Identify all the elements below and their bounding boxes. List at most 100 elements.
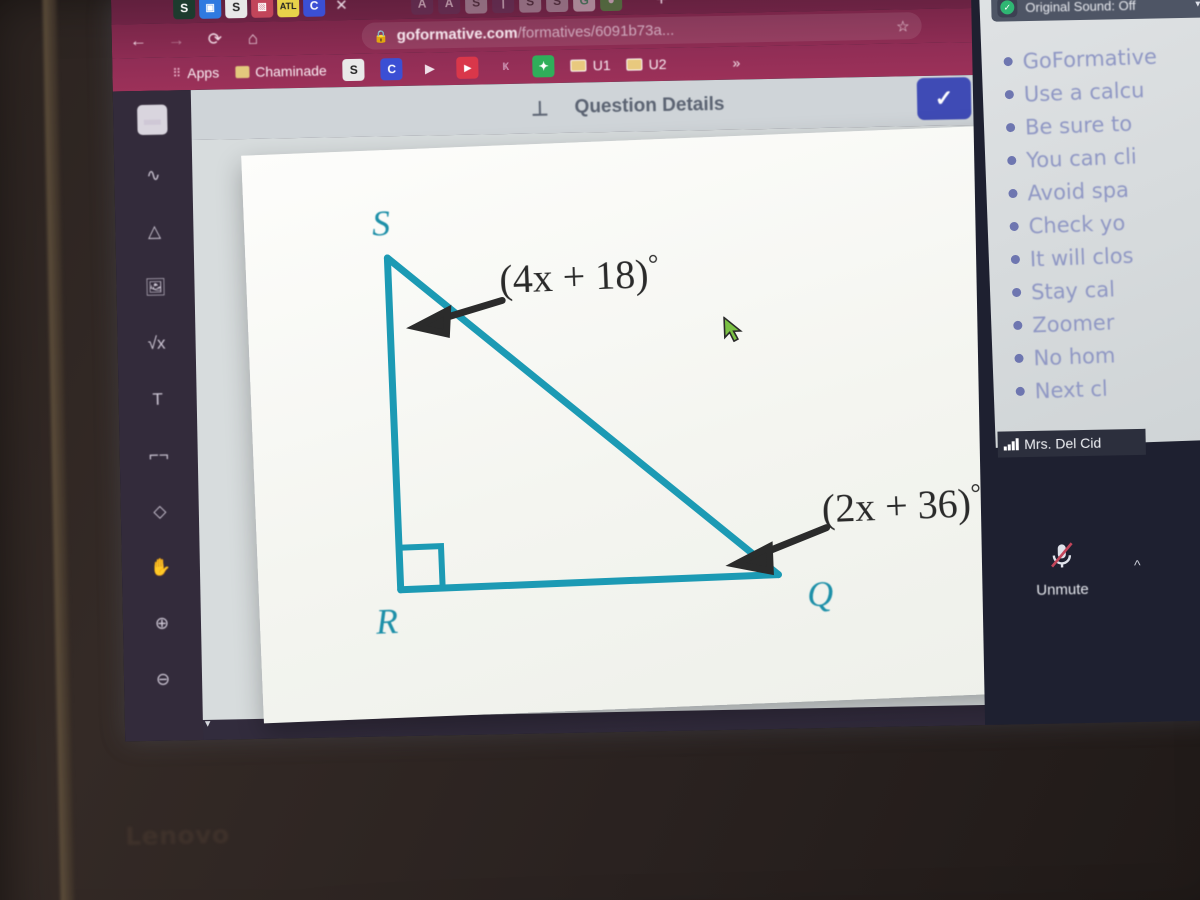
zoom-in-tool[interactable]: ⊕	[147, 608, 178, 639]
vertex-label-Q: Q	[806, 573, 835, 615]
tab-favicon[interactable]: S	[545, 0, 569, 13]
eraser-tool[interactable]: ◇	[145, 496, 176, 527]
bookmark-u1[interactable]: U1	[570, 57, 611, 74]
bullet-text: You can cli	[1025, 143, 1138, 173]
bookmark-label: Apps	[187, 64, 220, 82]
url-path: /formatives/6091b73a...	[517, 21, 675, 42]
select-tool[interactable]: ▬	[137, 104, 168, 136]
angle-expression-S: (4x + 18)°	[498, 249, 659, 303]
bullet-icon	[1007, 155, 1017, 166]
math-tool[interactable]: √x	[141, 328, 172, 359]
bookmark-apps[interactable]: ⠿ Apps	[172, 65, 219, 82]
url-text: goformative.com/formatives/6091b73a...	[397, 22, 675, 44]
original-sound-label: Original Sound: Off	[1025, 0, 1136, 15]
tab-favicon[interactable]: S	[172, 0, 196, 20]
mouse-cursor	[723, 315, 743, 343]
download-icon[interactable]: ⊥	[531, 96, 549, 121]
tab-favicon[interactable]: S	[464, 0, 488, 14]
tab-favicon[interactable]: ●	[599, 0, 623, 12]
hand-tool[interactable]: ✋	[146, 552, 177, 583]
degree-symbol: °	[647, 249, 660, 279]
bookmark-u2[interactable]: U2	[626, 55, 667, 73]
tab-favicon[interactable]: A	[437, 0, 461, 15]
tab-close-icon[interactable]: ✕	[335, 0, 348, 14]
lock-icon: 🔒	[373, 28, 389, 44]
green-circle-icon[interactable]: ✦	[532, 55, 555, 78]
angle-expression-Q: (2x + 36)°	[821, 478, 982, 532]
bookmark-label: U2	[648, 55, 667, 73]
bullet-icon	[1010, 254, 1021, 265]
bullet-text: It will clos	[1029, 243, 1134, 271]
bullet-icon	[1003, 56, 1013, 67]
tab-favicon[interactable]: ▣	[198, 0, 222, 19]
image-tool[interactable]: 🖼	[140, 272, 171, 303]
tray-expand-icon[interactable]: ▾	[205, 717, 211, 730]
kahoot-icon[interactable]: Ҝ	[494, 56, 516, 78]
laptop-photo: Lenovo S ▣ S ▧ ATL C ✕ A A S | S S G ← →…	[0, 0, 1200, 900]
tab-favicon[interactable]: ▧	[250, 0, 274, 18]
angle-arrow-S-head	[406, 304, 452, 339]
zoom-shared-screen: GoFormative Use a calcu Be sure to You c…	[978, 0, 1200, 448]
s-circle-icon[interactable]: S	[342, 58, 365, 82]
youtube-icon[interactable]: ▶	[456, 56, 479, 79]
vertex-label-R: R	[375, 600, 399, 642]
angle-expression-S-text: (4x + 18)	[498, 250, 650, 302]
tab-favicon[interactable]: G	[572, 0, 596, 12]
bullet-text: Avoid spa	[1027, 177, 1130, 205]
shared-bullet-list: GoFormative Use a calcu Be sure to You c…	[1003, 36, 1200, 408]
chevron-down-icon[interactable]: ▾	[1195, 0, 1200, 9]
mute-options-chevron[interactable]: ^	[1134, 557, 1141, 573]
folder-icon	[235, 65, 250, 79]
bullet-text: Use a calcu	[1023, 77, 1145, 107]
tab-favicon[interactable]: |	[491, 0, 515, 14]
home-button[interactable]: ⌂	[248, 29, 259, 49]
tab-favicon[interactable]: A	[410, 0, 434, 15]
bullet-text: Next cl	[1034, 376, 1109, 403]
bookmarks-overflow[interactable]: »	[732, 55, 740, 71]
forward-button[interactable]: →	[168, 30, 185, 50]
shield-icon-wrap: ✓	[997, 0, 1018, 18]
signal-strength-icon	[1003, 438, 1019, 451]
zoom-out-tool[interactable]: ⊖	[148, 664, 179, 695]
mic-muted-icon	[1051, 542, 1073, 568]
browser-tabs[interactable]: S ▣ S ▧ ATL C ✕	[172, 0, 348, 20]
bookmarks-list: ⠿ Apps Chaminade S C ▶ ▶ Ҝ ✦ U1 U2 »	[172, 52, 740, 85]
play-icon[interactable]: ▶	[419, 57, 441, 79]
bullet-icon	[1009, 221, 1019, 232]
bookmark-label: U1	[592, 57, 611, 74]
triangle-figure	[383, 254, 831, 594]
bullet-text: GoFormative	[1022, 44, 1158, 74]
unmute-button[interactable]: Unmute	[1002, 537, 1123, 599]
bullet-icon	[1011, 287, 1022, 298]
apps-grid-icon: ⠿	[172, 66, 182, 81]
vertex-label-S: S	[371, 202, 391, 244]
crop-tool[interactable]: ⌐¬	[143, 440, 174, 471]
tab-favicon[interactable]: S	[224, 0, 248, 19]
shapes-tool[interactable]: △	[139, 217, 170, 248]
new-tab-button[interactable]: +	[656, 0, 667, 10]
window-icon	[626, 58, 643, 71]
tab-favicon[interactable]: C	[302, 0, 326, 17]
bullet-icon	[1005, 122, 1016, 133]
shield-icon: ✓	[1000, 0, 1015, 15]
text-tool[interactable]: T	[142, 384, 173, 415]
bookmark-star-icon[interactable]: ☆	[896, 17, 910, 35]
url-domain: goformative.com	[396, 24, 518, 45]
back-button[interactable]: ←	[130, 31, 147, 51]
tab-favicon[interactable]: ATL	[276, 0, 300, 18]
canvas-icon[interactable]: C	[380, 57, 403, 81]
right-angle-marker	[398, 542, 446, 589]
background-tabs[interactable]: A A S | S S G ●	[410, 0, 623, 15]
window-icon	[570, 59, 587, 72]
pen-tool[interactable]: ∿	[138, 161, 169, 192]
reload-button[interactable]: ⟳	[208, 29, 223, 49]
bullet-icon	[1008, 188, 1018, 199]
laptop-screen: S ▣ S ▧ ATL C ✕ A A S | S S G ●	[110, 0, 1200, 742]
bookmark-label: Chaminade	[254, 62, 327, 80]
bullet-text: Check yo	[1028, 210, 1126, 238]
bookmark-chaminade[interactable]: Chaminade	[235, 62, 327, 80]
bullet-icon	[1004, 89, 1015, 100]
bullet-icon	[1014, 353, 1024, 364]
submit-button[interactable]: ✓	[916, 77, 972, 121]
tab-favicon[interactable]: S	[518, 0, 542, 13]
